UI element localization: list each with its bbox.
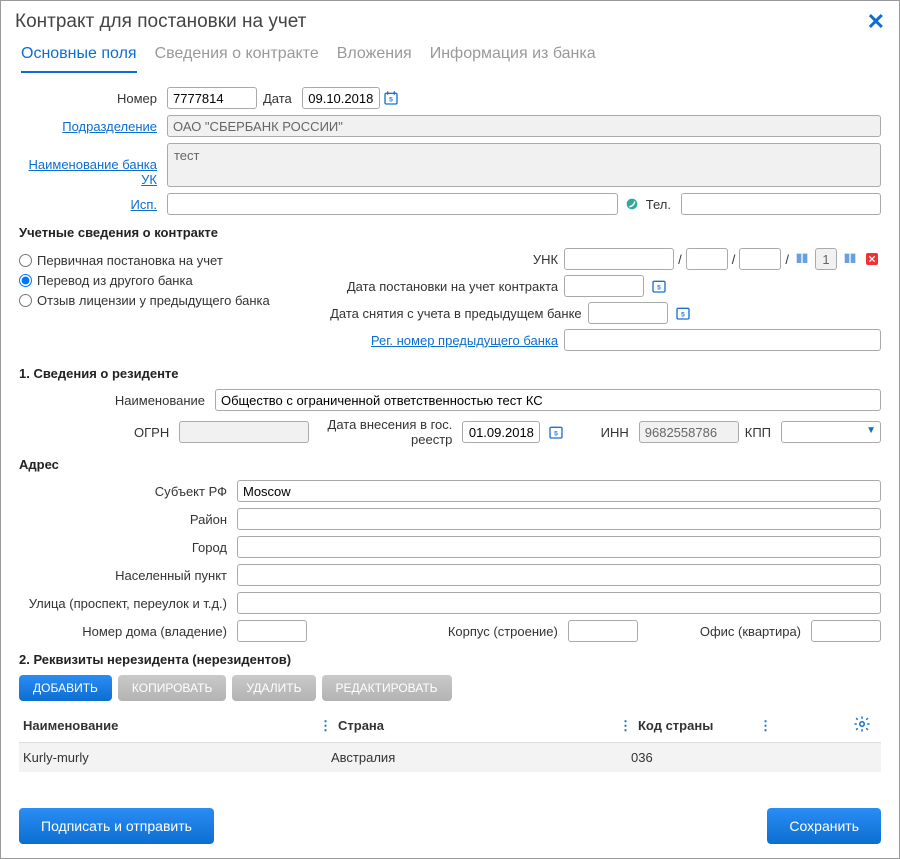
exec-link[interactable]: Исп. [19,197,161,212]
form-body: Номер Дата 5 Подразделение Наименование … [1,73,899,786]
bank-uk-link[interactable]: Наименование банка УК [19,143,161,187]
city-label: Город [19,540,231,555]
deregdate-label: Дата снятия с учета в предыдущем банке [330,306,584,321]
book-icon[interactable] [793,250,811,268]
footer: Подписать и отправить Сохранить [19,808,881,844]
edit-button[interactable]: РЕДАКТИРОВАТЬ [322,675,452,701]
subject-input[interactable] [237,480,881,502]
house-input[interactable] [237,620,307,642]
tab-strip: Основные поля Сведения о контракте Вложе… [1,39,899,73]
cell-name: Kurly-murly [19,750,319,765]
svg-text:5: 5 [657,284,661,291]
subject-label: Субъект РФ [19,484,231,499]
contract-dialog: Контракт для постановки на учет ✕ Основн… [0,0,900,859]
book2-icon[interactable] [841,250,859,268]
deregdate-input[interactable] [588,302,668,324]
settlement-label: Населенный пункт [19,568,231,583]
phone-input[interactable] [681,193,881,215]
unk-3[interactable] [739,248,781,270]
calendar-icon[interactable]: 5 [650,277,668,295]
res-name-label: Наименование [19,393,209,408]
street-input[interactable] [237,592,881,614]
res-name-input[interactable] [215,389,881,411]
city-input[interactable] [237,536,881,558]
office-input[interactable] [811,620,881,642]
delete-icon[interactable] [863,250,881,268]
radio-transfer[interactable]: Перевод из другого банка [19,273,310,288]
delete-button[interactable]: УДАЛИТЬ [232,675,315,701]
calendar-icon[interactable]: 5 [382,89,400,107]
date-input[interactable] [302,87,380,109]
building-label: Корпус (строение) [448,624,562,639]
number-label: Номер [19,91,161,106]
svg-text:5: 5 [681,311,685,318]
inn-label: ИНН [601,425,633,440]
date-label: Дата [263,91,296,106]
drag-handle-icon[interactable]: ⋮ [319,718,338,733]
close-icon[interactable]: ✕ [867,11,885,33]
unk-2[interactable] [686,248,728,270]
chevron-down-icon[interactable]: ▼ [866,425,876,436]
ogrn-input [179,421,309,443]
prev-reg-link[interactable]: Рег. номер предыдущего банка [330,333,560,348]
tab-main[interactable]: Основные поля [21,39,137,73]
phone-label: Тел. [646,197,675,212]
prev-reg-input[interactable] [564,329,881,351]
title-bar: Контракт для постановки на учет ✕ [1,1,899,39]
cell-code: 036 [619,750,759,765]
resident-section: 1. Сведения о резиденте [19,366,881,381]
window-title: Контракт для постановки на учет [15,11,306,33]
division-link[interactable]: Подразделение [19,119,161,134]
res-regdate-label: Дата внесения в гос. реестр [315,417,456,447]
tab-attachments[interactable]: Вложения [337,39,412,73]
col-code[interactable]: Код страны [638,718,713,733]
office-label: Офис (квартира) [700,624,805,639]
sign-send-button[interactable]: Подписать и отправить [19,808,214,844]
drag-handle-icon[interactable]: ⋮ [619,718,638,733]
add-button[interactable]: ДОБАВИТЬ [19,675,112,701]
calendar-icon[interactable]: 5 [548,423,564,441]
division-input [167,115,881,137]
exec-input[interactable] [167,193,618,215]
regdate-input[interactable] [564,275,644,297]
regdate-label: Дата постановки на учет контракта [330,279,560,294]
col-name[interactable]: Наименование [19,718,319,733]
tab-contract-info[interactable]: Сведения о контракте [155,39,319,73]
inn-input [639,421,739,443]
svg-text:5: 5 [555,430,559,437]
radio-primary[interactable]: Первичная постановка на учет [19,253,310,268]
copy-button[interactable]: КОПИРОВАТЬ [118,675,226,701]
district-input[interactable] [237,508,881,530]
radio-revoke[interactable]: Отзыв лицензии у предыдущего банка [19,293,310,308]
unk-fixed [815,248,837,270]
col-country[interactable]: Страна [338,718,384,733]
ogrn-label: ОГРН [19,425,173,440]
grid-header: Наименование ⋮Страна ⋮Код страны ⋮ [19,709,881,743]
kpp-label: КПП [745,425,775,440]
phone-icon [624,196,640,212]
nonres-section: 2. Реквизиты нерезидента (нерезидентов) [19,652,881,667]
gear-icon[interactable] [853,715,881,736]
house-label: Номер дома (владение) [19,624,231,639]
tab-bank-info[interactable]: Информация из банка [430,39,596,73]
svg-text:5: 5 [389,96,393,103]
number-input[interactable] [167,87,257,109]
bank-uk-text: тест [167,143,881,187]
acct-section-title: Учетные сведения о контракте [19,225,881,240]
calendar-icon[interactable]: 5 [674,304,692,322]
cell-country: Австралия [319,750,619,765]
street-label: Улица (проспект, переулок и т.д.) [19,596,231,611]
drag-handle-icon[interactable]: ⋮ [759,718,778,734]
building-input[interactable] [568,620,638,642]
table-row[interactable]: Kurly-murly Австралия 036 [19,743,881,772]
save-button[interactable]: Сохранить [767,808,881,844]
settlement-input[interactable] [237,564,881,586]
district-label: Район [19,512,231,527]
unk-1[interactable] [564,248,674,270]
unk-label: УНК [330,252,560,267]
address-section: Адрес [19,457,881,472]
res-regdate-input[interactable] [462,421,540,443]
